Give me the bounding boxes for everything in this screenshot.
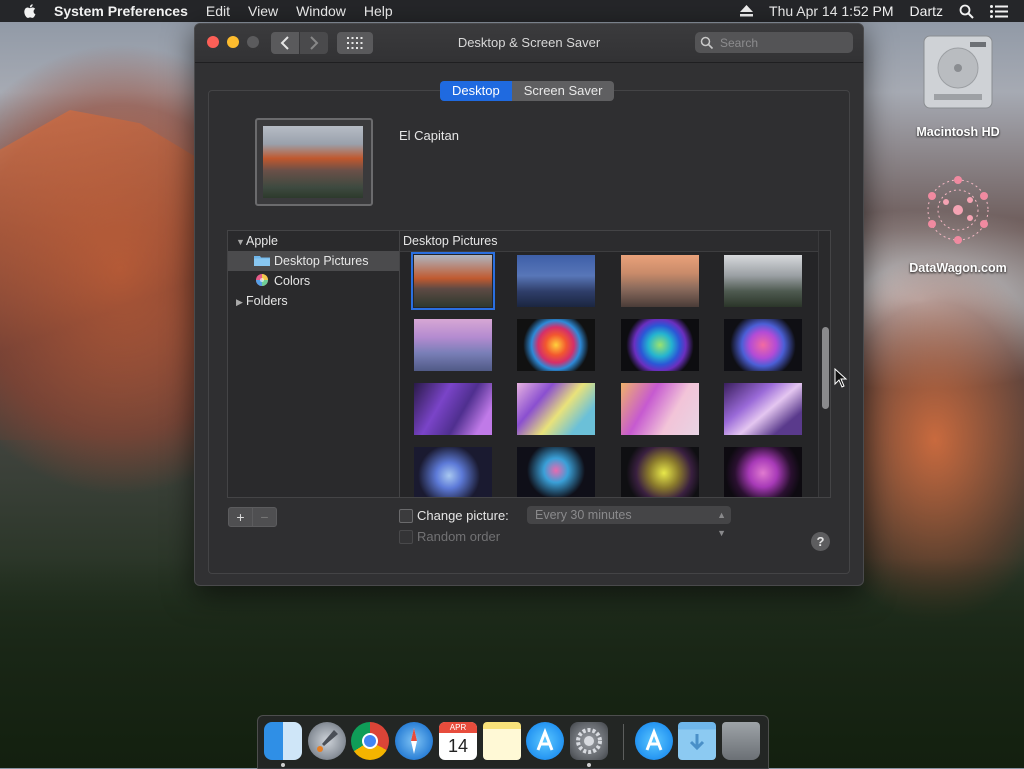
compass-icon	[411, 728, 417, 754]
wallpaper-thumbnail[interactable]	[517, 447, 595, 497]
wallpaper-thumbnail[interactable]	[621, 319, 699, 371]
system-preferences-icon[interactable]	[570, 722, 608, 760]
disclosure-collapsed-icon[interactable]: ▶	[236, 292, 246, 312]
color-wheel-icon	[256, 274, 268, 286]
wallpaper-thumbnail[interactable]	[621, 383, 699, 435]
grid-header: Desktop Pictures	[400, 231, 830, 252]
menu-edit[interactable]: Edit	[206, 3, 230, 19]
change-picture-label: Change picture:	[417, 508, 509, 523]
wallpaper-thumbnail[interactable]	[411, 252, 495, 310]
remove-folder-button[interactable]: −	[252, 507, 277, 527]
source-label: Desktop Pictures	[274, 254, 369, 268]
desktop-icon-label: DataWagon.com	[909, 261, 1007, 275]
source-list: ▼Apple Desktop Pictures Colors ▶ Folders	[227, 230, 400, 498]
finder-icon[interactable]	[264, 722, 302, 760]
interval-value: Every 30 minutes	[535, 508, 632, 522]
chrome-icon[interactable]	[351, 722, 389, 760]
tab-screen-saver[interactable]: Screen Saver	[511, 81, 615, 101]
interval-popup[interactable]: Every 30 minutes ▲ ▼	[527, 506, 731, 538]
wallpaper-thumbnail[interactable]	[414, 383, 492, 435]
tab-control: Desktop Screen Saver	[440, 81, 615, 101]
source-item-desktop-pictures[interactable]: Desktop Pictures	[228, 251, 400, 271]
wallpaper-thumbnail[interactable]	[724, 447, 802, 497]
desktop-icon-macintosh-hd[interactable]: Macintosh HD	[902, 32, 1014, 139]
title-bar[interactable]: Desktop & Screen Saver	[195, 24, 863, 63]
calendar-day: 14	[447, 736, 469, 756]
grid-scrollbar[interactable]	[818, 231, 830, 497]
scrollbar-thumb[interactable]	[822, 327, 829, 409]
app-store-downloads-icon[interactable]	[635, 722, 673, 760]
popup-arrows-icon: ▲ ▼	[717, 510, 726, 538]
gear-icon	[576, 728, 602, 754]
add-folder-button[interactable]: +	[228, 507, 253, 527]
app-store-a-icon	[536, 727, 554, 751]
running-indicator	[281, 763, 285, 767]
desktop-cliff	[0, 110, 200, 440]
hard-drive-icon	[923, 35, 993, 109]
picture-grid: Desktop Pictures	[399, 230, 831, 498]
disclosure-expanded-icon[interactable]: ▼	[236, 232, 246, 252]
menu-app-name[interactable]: System Preferences	[54, 3, 188, 19]
source-item-folders[interactable]: ▶ Folders	[228, 291, 400, 311]
trash-icon[interactable]	[722, 722, 760, 760]
notification-center-icon[interactable]	[990, 4, 1008, 18]
wallpaper-thumbnail[interactable]	[724, 383, 802, 435]
calendar-month: APR	[439, 722, 477, 733]
current-picture-preview	[255, 118, 373, 206]
preferences-window: Desktop & Screen Saver Desktop Screen Sa…	[194, 23, 864, 586]
menu-window[interactable]: Window	[296, 3, 346, 19]
source-label: Colors	[274, 274, 311, 288]
search-input[interactable]	[718, 34, 842, 51]
random-order-label: Random order	[417, 529, 501, 544]
search-icon	[700, 36, 714, 49]
chrome-center-icon	[362, 733, 378, 749]
wallpaper-thumbnail[interactable]	[621, 447, 699, 497]
dock-separator	[623, 724, 624, 760]
wallpaper-thumbnail[interactable]	[414, 319, 492, 371]
desktop-icon-label: Macintosh HD	[916, 125, 1000, 139]
wallpaper-thumbnail[interactable]	[517, 319, 595, 371]
source-item-colors[interactable]: Colors	[228, 271, 400, 291]
wallpaper-thumbnail[interactable]	[414, 447, 492, 497]
running-indicator	[587, 763, 591, 767]
folder-icon	[254, 256, 270, 266]
wallpaper-thumbnail[interactable]	[517, 255, 595, 307]
current-picture-name: El Capitan	[399, 128, 459, 143]
preview-image	[263, 126, 363, 198]
download-arrow-icon	[689, 734, 705, 751]
source-item-apple[interactable]: ▼Apple	[228, 231, 400, 251]
menu-help[interactable]: Help	[364, 3, 393, 19]
wallpaper-thumbnail[interactable]	[724, 319, 802, 371]
app-store-a-icon	[645, 727, 663, 751]
change-picture-checkbox[interactable]	[399, 509, 413, 523]
wallpaper-thumbnail[interactable]	[621, 255, 699, 307]
calendar-icon[interactable]: APR 14	[439, 722, 477, 760]
notes-icon[interactable]	[483, 722, 521, 760]
eject-icon[interactable]	[740, 5, 754, 17]
menu-view[interactable]: View	[248, 3, 278, 19]
dock: APR 14	[257, 715, 769, 769]
downloads-folder-icon[interactable]	[678, 722, 716, 760]
menu-user[interactable]: Dartz	[910, 3, 943, 19]
spotlight-search-icon[interactable]	[959, 4, 974, 19]
search-field[interactable]	[695, 32, 853, 53]
help-button[interactable]: ?	[811, 532, 830, 551]
network-sphere-icon	[927, 176, 989, 244]
desktop-icon-datawagon[interactable]: DataWagon.com	[895, 172, 1021, 275]
tab-desktop[interactable]: Desktop	[440, 81, 512, 101]
wallpaper-thumbnail[interactable]	[517, 383, 595, 435]
app-store-icon[interactable]	[526, 722, 564, 760]
launchpad-icon[interactable]	[308, 722, 346, 760]
safari-icon[interactable]	[395, 722, 433, 760]
apple-menu-icon[interactable]	[20, 3, 40, 19]
source-label: Apple	[246, 234, 278, 248]
source-label: Folders	[246, 294, 288, 308]
wallpaper-thumbnail[interactable]	[724, 255, 802, 307]
menu-clock[interactable]: Thu Apr 14 1:52 PM	[769, 3, 894, 19]
rocket-icon	[317, 730, 338, 752]
menu-bar: System Preferences Edit View Window Help…	[0, 0, 1024, 22]
random-order-checkbox[interactable]	[399, 530, 413, 544]
mouse-cursor-icon	[834, 368, 848, 388]
